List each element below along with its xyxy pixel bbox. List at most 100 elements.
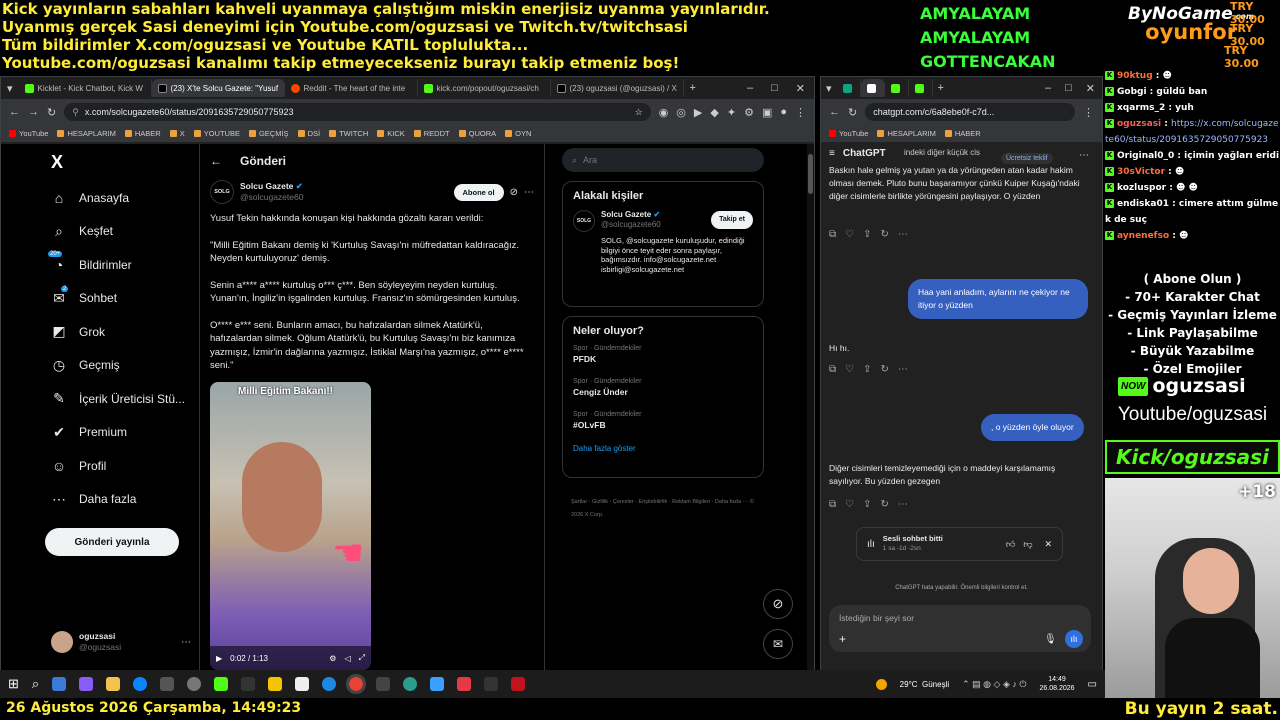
reload-icon[interactable]: ↻ — [47, 106, 56, 119]
edge-icon[interactable] — [133, 677, 148, 691]
thumbs-up-icon[interactable]: ♡ — [845, 229, 854, 240]
fullscreen-icon[interactable]: ⤢ — [359, 653, 365, 663]
search-icon[interactable]: ⌕ — [32, 676, 39, 692]
bookmark[interactable]: HESAPLARIM — [57, 129, 116, 138]
browser-menu-icon[interactable]: ⋮ — [795, 106, 806, 119]
maximize-icon[interactable]: □ — [1058, 82, 1079, 94]
bookmark[interactable]: GEÇMİŞ — [248, 129, 289, 138]
back-arrow-icon[interactable]: ← — [210, 154, 222, 168]
show-more-link[interactable]: Daha fazla göster — [563, 444, 763, 453]
voice-mode-icon[interactable]: ılı — [1065, 630, 1083, 648]
chat-username[interactable]: endiska01 — [1117, 199, 1169, 209]
chat-username[interactable]: 90ktug — [1117, 71, 1153, 81]
tab[interactable]: Kicklet - Kick Chatbot, Kick W — [19, 79, 152, 97]
grok-fab-icon[interactable]: ⊘ — [763, 589, 793, 619]
maximize-icon[interactable]: □ — [762, 82, 787, 94]
volume-icon[interactable]: ◁ — [344, 654, 350, 663]
bookmark[interactable]: DSİ — [297, 129, 320, 138]
bookmark-star-icon[interactable]: ☆ — [635, 107, 643, 118]
regenerate-icon[interactable]: ↻ — [881, 229, 889, 240]
site-info-icon[interactable]: ⚲ — [72, 107, 79, 118]
tab-active[interactable]: (23) X'te Solcu Gazete: "Yusuf — [151, 79, 285, 97]
more-icon[interactable]: ⋯ — [181, 637, 191, 648]
more-icon[interactable]: ⋯ — [898, 364, 908, 375]
nav-history[interactable]: ◷ Geçmiş — [1, 349, 201, 383]
trend-item[interactable]: Spor · Gündemdekiler Cengiz Ünder — [563, 378, 763, 397]
app-icon[interactable] — [403, 677, 418, 691]
share-icon[interactable]: ⇪ — [863, 229, 871, 240]
chat-username[interactable]: oguzsasi — [1117, 119, 1161, 129]
url-field[interactable]: ⚲ x.com/solcugazete60/status/209163572905… — [64, 103, 651, 121]
url-field[interactable]: chatgpt.com/c/6a8ebe0f-c7d... — [865, 103, 1075, 121]
close-icon[interactable]: ✕ — [787, 82, 814, 95]
app-icon[interactable] — [79, 677, 94, 691]
copy-icon[interactable]: ⧉ — [829, 499, 836, 510]
author-name[interactable]: Solcu Gazete — [240, 181, 293, 191]
app-icon[interactable] — [268, 677, 283, 691]
extension-icon[interactable]: ▶ — [694, 106, 702, 119]
nav-notifications[interactable]: ◔ Bildirimler 20+ — [1, 248, 201, 282]
settings-icon[interactable]: ⚙ — [329, 654, 336, 663]
bookmark[interactable]: YouTube — [9, 129, 48, 138]
bookmark[interactable]: HABER — [944, 129, 981, 138]
bookmark[interactable]: YouTube — [829, 129, 868, 138]
related-name[interactable]: Solcu Gazete — [601, 210, 651, 219]
sidebar-toggle-icon[interactable]: ≡ — [829, 148, 835, 159]
add-attachment-icon[interactable]: + — [839, 632, 846, 646]
back-icon[interactable]: ← — [9, 106, 20, 118]
chat-username[interactable]: xqarms_2 — [1117, 103, 1165, 113]
more-icon[interactable]: ⋯ — [898, 499, 908, 510]
extension-icon[interactable]: ⚙ — [744, 106, 754, 119]
chat-username[interactable]: kozluspor — [1117, 183, 1166, 193]
grok-icon[interactable]: ⊘ — [510, 187, 518, 198]
browser-menu-icon[interactable]: ⋮ — [1083, 106, 1094, 119]
account-switcher[interactable]: oguzsasi @oguzsasi ⋯ — [51, 631, 191, 653]
free-offer-button[interactable]: Ücretsiz teklif — [1001, 153, 1053, 164]
minimize-icon[interactable]: – — [1038, 82, 1058, 94]
reload-icon[interactable]: ↻ — [848, 106, 857, 119]
profile-icon[interactable]: ● — [780, 106, 787, 118]
nav-profile[interactable]: ☺ Profil — [1, 449, 201, 483]
prompt-box[interactable]: İstediğin bir şeyi sor + 🎙︎ ılı — [829, 605, 1091, 652]
thumbs-up-icon[interactable]: 👍︎ — [1006, 539, 1015, 550]
bookmark[interactable]: QUORA — [458, 129, 496, 138]
bookmark[interactable]: YOUTUBE — [193, 129, 240, 138]
play-icon[interactable]: ▶ — [216, 654, 222, 663]
clock[interactable]: 14:49 26.08.2026 — [1040, 675, 1075, 693]
nav-explore[interactable]: ⌕ Keşfet — [1, 215, 201, 249]
folder-icon[interactable] — [106, 677, 121, 691]
forward-icon[interactable]: → — [28, 106, 39, 118]
search-input[interactable]: ⌕ Ara — [562, 148, 764, 172]
tab-menu-icon[interactable]: ▾ — [1, 82, 19, 95]
bookmark[interactable]: HABER — [124, 129, 161, 138]
tab-active[interactable] — [860, 79, 885, 97]
chat-username[interactable]: Original0_0 — [1117, 151, 1174, 161]
nav-premium[interactable]: ✔ Premium — [1, 416, 201, 450]
chat-username[interactable]: 30sVictor — [1117, 167, 1165, 177]
new-tab-icon[interactable]: + — [933, 82, 949, 94]
bookmark[interactable]: X — [169, 129, 185, 138]
tray-icons[interactable]: ⌃ ▤ ◍ ◇ ◈ ♪ ⏻ — [962, 679, 1026, 690]
post-video[interactable]: Milli Eğitim Bakanı!! ☚ ▶ 0:02 / 1:13 ⚙ … — [210, 382, 371, 670]
microphone-icon[interactable]: 🎙︎ — [1044, 634, 1057, 645]
app-icon[interactable] — [52, 677, 67, 691]
tab[interactable]: (23) oguzsasi (@oguzsasi) / X — [551, 79, 684, 97]
app-icon[interactable] — [430, 677, 445, 691]
extension-icon[interactable]: ✦ — [727, 106, 736, 119]
share-icon[interactable]: ⇪ — [863, 364, 871, 375]
close-icon[interactable]: ✕ — [1079, 82, 1102, 95]
bookmark[interactable]: HESAPLARIM — [877, 129, 936, 138]
nav-grok[interactable]: ◩ Grok — [1, 315, 201, 349]
tab[interactable]: kick.com/popout/oguzsasi/ch — [418, 79, 551, 97]
thumbs-down-icon[interactable]: 👎︎ — [1023, 539, 1032, 550]
nav-more[interactable]: ⋯ Daha fazla — [1, 483, 201, 517]
more-icon[interactable]: ⋯ — [898, 229, 908, 240]
chrome-icon[interactable] — [346, 674, 367, 694]
back-icon[interactable]: ← — [829, 106, 840, 118]
tab[interactable] — [885, 79, 909, 97]
extension-icon[interactable]: ◎ — [676, 106, 686, 119]
new-tab-icon[interactable]: + — [684, 82, 702, 94]
bookmark[interactable]: KICK — [377, 129, 405, 138]
app-icon[interactable] — [484, 677, 499, 691]
extension-icon[interactable]: ◆ — [710, 106, 718, 119]
